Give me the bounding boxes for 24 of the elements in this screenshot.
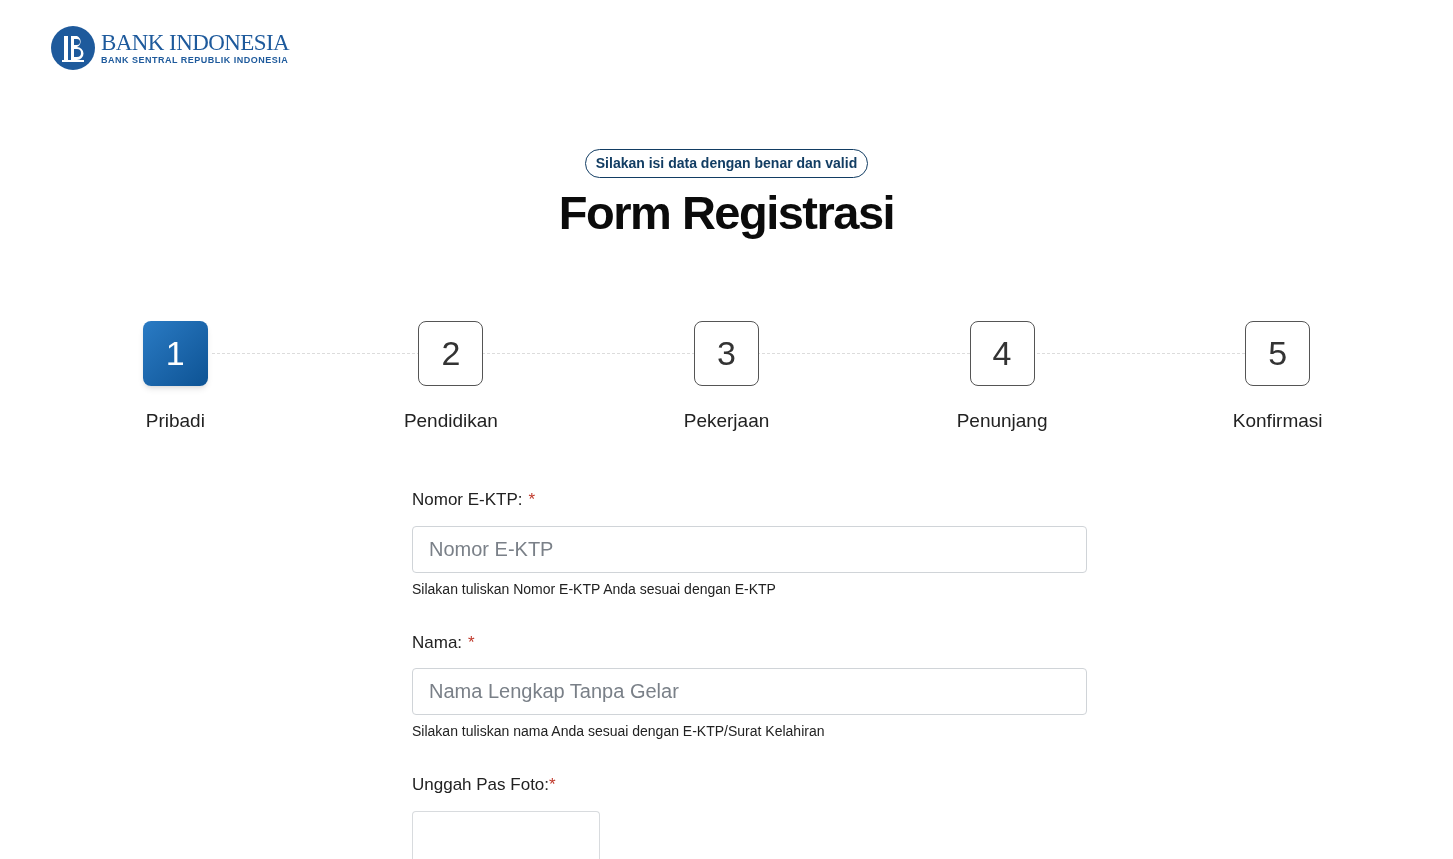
required-mark: * [528, 489, 536, 512]
logo-tagline: BANK SENTRAL REPUBLIK INDONESIA [101, 56, 290, 65]
step-label: Pendidikan [403, 408, 498, 433]
logo-name: BANK INDONESIA [101, 31, 290, 54]
required-mark: * [468, 631, 475, 654]
step-number[interactable]: 4 [969, 320, 1035, 386]
step-label: Penunjang [956, 408, 1048, 433]
step-number[interactable]: 2 [418, 320, 484, 386]
help-text: Silakan tuliskan Nomor E-KTP Anda sesuai dengan E-KTP [412, 579, 777, 599]
field-label: Unggah Pas Foto: [412, 774, 550, 797]
help-text: Silakan tuliskan nama Anda sesuai dengan E-KTP/Surat Kelahiran [412, 722, 826, 742]
bank-logo-icon [51, 26, 95, 70]
step-number[interactable]: 1 [142, 320, 208, 386]
step-number[interactable]: 3 [694, 320, 759, 386]
field-label: Nomor E-KTP: [412, 489, 523, 512]
page-title: Form Registrasi [558, 185, 895, 241]
step-label: Pekerjaan [683, 408, 770, 433]
required-mark: * [549, 774, 556, 797]
step-label: Konfirmasi [1232, 408, 1323, 433]
step-label: Pribadi [145, 408, 205, 433]
field-label: Nama: [412, 631, 463, 654]
text-input-field[interactable]: Nama Lengkap Tanpa Gelar [412, 668, 1087, 716]
text-input-field[interactable]: Nomor E-KTP [412, 525, 1087, 573]
step-number[interactable]: 5 [1245, 320, 1311, 386]
